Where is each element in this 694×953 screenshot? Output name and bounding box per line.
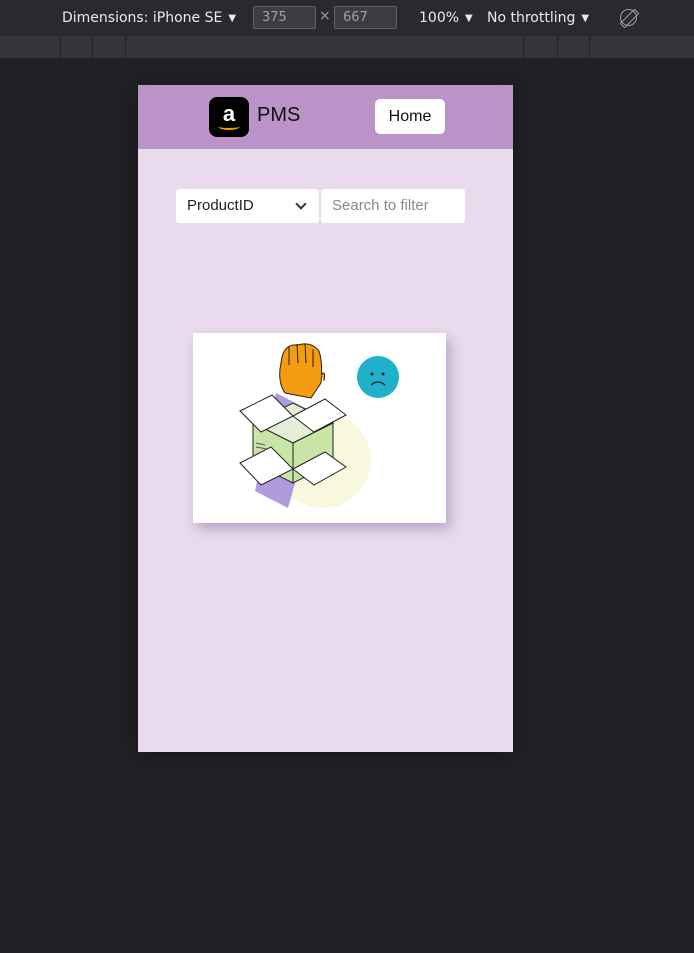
caret-down-icon: ▼ (228, 12, 237, 24)
media-query-bar (0, 36, 694, 58)
filter-field-select[interactable]: ProductID (176, 189, 319, 223)
zoom-label: 100% (419, 10, 460, 26)
logo-smile (218, 123, 240, 130)
caret-down-icon: ▼ (581, 12, 590, 24)
height-input[interactable]: 667 (334, 6, 397, 29)
hand-icon (279, 343, 326, 399)
dimensions-dropdown[interactable]: Dimensions: iPhone SE ▼ (62, 0, 236, 36)
brand-name: PMS (257, 104, 301, 126)
device-viewport: a PMS Home ProductID Search to filter (138, 85, 513, 752)
media-query-segment[interactable] (125, 36, 524, 58)
home-button[interactable]: Home (375, 99, 445, 134)
caret-down-icon: ▼ (465, 12, 473, 24)
sad-face-icon (357, 356, 399, 398)
media-query-segment[interactable] (60, 36, 93, 58)
times-symbol: × (319, 8, 331, 24)
empty-state-card (193, 333, 446, 523)
dimensions-label: Dimensions: iPhone SE (62, 10, 223, 26)
zoom-dropdown[interactable]: 100% ▼ (419, 0, 473, 36)
navbar: a PMS Home (138, 85, 513, 149)
throttling-dropdown[interactable]: No throttling ▼ (487, 0, 589, 36)
open-box-icon (239, 394, 347, 486)
empty-box-illustration (239, 343, 399, 508)
search-input[interactable]: Search to filter (321, 189, 465, 223)
chevron-down-icon (295, 198, 307, 210)
width-input[interactable]: 375 (253, 6, 316, 29)
filter-field-selected: ProductID (187, 197, 254, 214)
devtools-toolbar: Dimensions: iPhone SE ▼ 375 × 667 100% ▼… (0, 0, 694, 36)
rotate-icon[interactable] (620, 9, 637, 26)
media-query-segment[interactable] (557, 36, 590, 58)
amazon-logo-icon[interactable]: a (209, 97, 249, 137)
throttling-label: No throttling (487, 10, 576, 26)
